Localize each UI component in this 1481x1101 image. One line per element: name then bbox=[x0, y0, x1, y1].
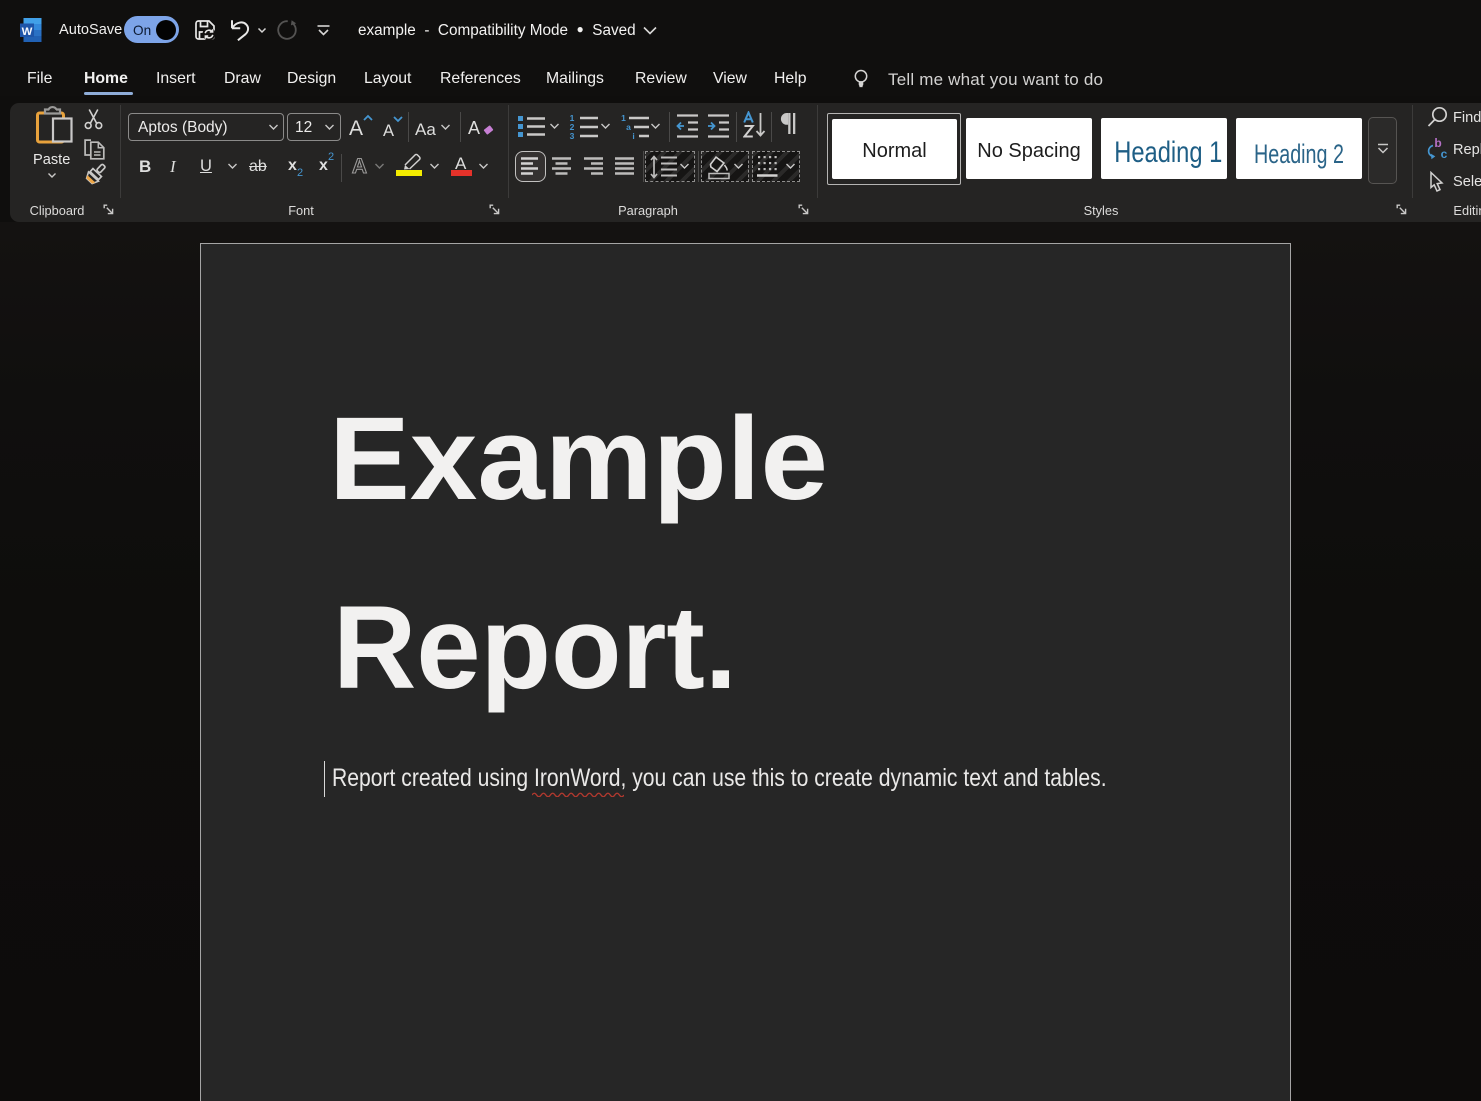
svg-text:W: W bbox=[22, 26, 33, 38]
svg-text:i: i bbox=[632, 131, 634, 140]
svg-text:c: c bbox=[1441, 147, 1448, 160]
svg-text:3: 3 bbox=[570, 131, 575, 140]
svg-text:A: A bbox=[352, 155, 367, 177]
svg-text:a: a bbox=[626, 122, 631, 132]
